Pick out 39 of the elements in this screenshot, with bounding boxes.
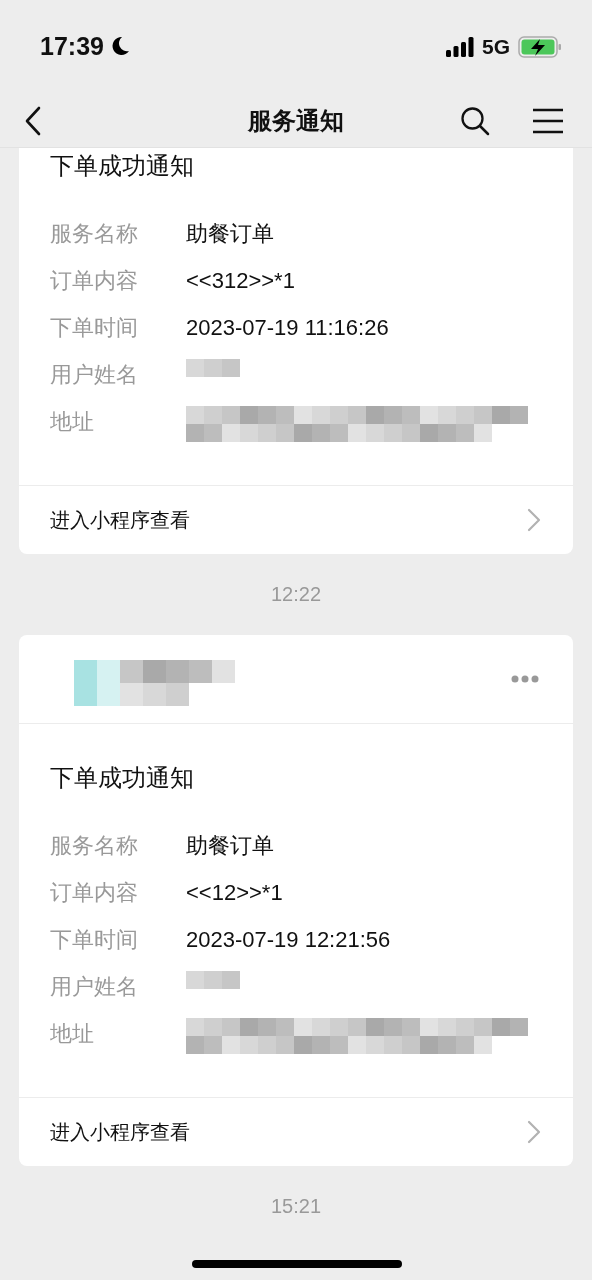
field-value: 助餐订单 bbox=[186, 832, 274, 860]
card-title: 下单成功通知 bbox=[50, 151, 195, 181]
signal-icon bbox=[446, 37, 474, 57]
back-button[interactable] bbox=[24, 106, 42, 136]
menu-icon bbox=[532, 108, 564, 134]
mosaic-drawing bbox=[186, 971, 240, 989]
field-value: 2023-07-19 12:21:56 bbox=[186, 926, 391, 954]
field-value: <<12>>*1 bbox=[186, 879, 283, 907]
field-label: 服务名称 bbox=[50, 220, 139, 248]
back-icon bbox=[24, 106, 42, 136]
field-label: 订单内容 bbox=[50, 267, 139, 295]
page-title: 服务通知 bbox=[246, 106, 345, 136]
field-label: 用户姓名 bbox=[50, 361, 139, 389]
menu-button[interactable] bbox=[532, 108, 564, 134]
field-value: 2023-07-19 11:16:26 bbox=[186, 314, 389, 342]
field-label: 地址 bbox=[50, 408, 95, 436]
field-label: 服务名称 bbox=[50, 832, 139, 860]
field-label: 地址 bbox=[50, 1020, 95, 1048]
open-mini-program-link[interactable]: 进入小程序查看 bbox=[19, 1097, 573, 1166]
timestamp: 12:22 bbox=[270, 582, 322, 607]
field-value: <<312>>*1 bbox=[186, 267, 295, 295]
more-icon bbox=[511, 675, 539, 683]
timestamp: 15:21 bbox=[270, 1194, 322, 1219]
card-title: 下单成功通知 bbox=[50, 763, 195, 793]
field-label: 用户姓名 bbox=[50, 973, 139, 1001]
chevron-right-icon bbox=[527, 508, 541, 532]
chevron-right-icon bbox=[527, 1120, 541, 1144]
search-icon bbox=[460, 106, 490, 136]
field-label: 下单时间 bbox=[50, 926, 139, 954]
field-value: 助餐订单 bbox=[186, 220, 274, 248]
network-label: 5G bbox=[482, 35, 510, 59]
clock-time: 17:39 bbox=[40, 31, 104, 62]
mosaic-drawing bbox=[186, 359, 240, 377]
search-button[interactable] bbox=[460, 106, 490, 136]
battery-icon bbox=[518, 36, 562, 58]
more-button[interactable] bbox=[511, 675, 539, 683]
field-label: 下单时间 bbox=[50, 314, 139, 342]
field-label: 订单内容 bbox=[50, 879, 139, 907]
open-mini-program-link[interactable]: 进入小程序查看 bbox=[19, 485, 573, 554]
